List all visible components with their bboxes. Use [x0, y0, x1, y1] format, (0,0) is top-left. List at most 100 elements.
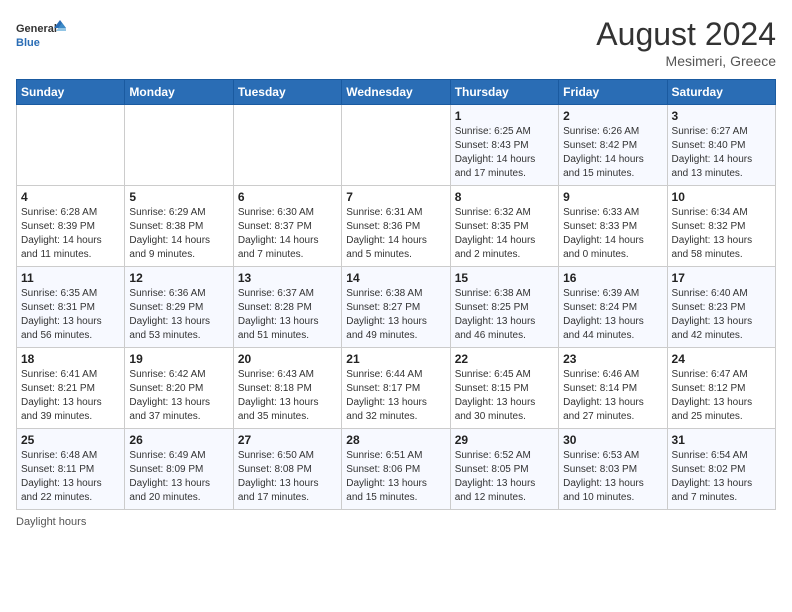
day-info: Sunrise: 6:53 AMSunset: 8:03 PMDaylight:…	[563, 449, 662, 505]
calendar-cell: 22 Sunrise: 6:45 AMSunset: 8:15 PMDayligh…	[450, 348, 558, 429]
calendar-cell: 2 Sunrise: 6:26 AMSunset: 8:42 PMDaylight…	[559, 105, 667, 186]
calendar-cell	[233, 105, 341, 186]
calendar-cell: 16 Sunrise: 6:39 AMSunset: 8:24 PMDayligh…	[559, 267, 667, 348]
day-info: Sunrise: 6:49 AMSunset: 8:09 PMDaylight:…	[129, 449, 228, 505]
day-number: 8	[455, 190, 554, 204]
calendar-cell: 11 Sunrise: 6:35 AMSunset: 8:31 PMDayligh…	[17, 267, 125, 348]
day-number: 3	[672, 109, 771, 123]
day-number: 6	[238, 190, 337, 204]
day-number: 14	[346, 271, 445, 285]
day-info: Sunrise: 6:47 AMSunset: 8:12 PMDaylight:…	[672, 368, 771, 424]
day-of-week-header: Tuesday	[233, 80, 341, 105]
title-block: August 2024 Mesimeri, Greece	[596, 16, 776, 69]
day-number: 15	[455, 271, 554, 285]
day-number: 18	[21, 352, 120, 366]
day-info: Sunrise: 6:30 AMSunset: 8:37 PMDaylight:…	[238, 206, 337, 262]
svg-text:General: General	[16, 23, 57, 35]
day-of-week-header: Saturday	[667, 80, 775, 105]
day-number: 2	[563, 109, 662, 123]
day-info: Sunrise: 6:44 AMSunset: 8:17 PMDaylight:…	[346, 368, 445, 424]
calendar-week-row: 11 Sunrise: 6:35 AMSunset: 8:31 PMDayligh…	[17, 267, 776, 348]
day-number: 9	[563, 190, 662, 204]
location-subtitle: Mesimeri, Greece	[596, 53, 776, 69]
day-info: Sunrise: 6:52 AMSunset: 8:05 PMDaylight:…	[455, 449, 554, 505]
day-info: Sunrise: 6:46 AMSunset: 8:14 PMDaylight:…	[563, 368, 662, 424]
calendar-week-row: 18 Sunrise: 6:41 AMSunset: 8:21 PMDayligh…	[17, 348, 776, 429]
calendar-header: SundayMondayTuesdayWednesdayThursdayFrid…	[17, 80, 776, 105]
calendar-cell: 30 Sunrise: 6:53 AMSunset: 8:03 PMDayligh…	[559, 429, 667, 510]
calendar-cell: 14Sunrise: 6:38 AMSunset: 8:27 PMDayligh…	[342, 267, 450, 348]
day-number: 23	[563, 352, 662, 366]
day-info: Sunrise: 6:41 AMSunset: 8:21 PMDaylight:…	[21, 368, 120, 424]
day-info: Sunrise: 6:34 AMSunset: 8:32 PMDaylight:…	[672, 206, 771, 262]
calendar-cell: 27 Sunrise: 6:50 AMSunset: 8:08 PMDayligh…	[233, 429, 341, 510]
calendar-cell: 21Sunrise: 6:44 AMSunset: 8:17 PMDayligh…	[342, 348, 450, 429]
calendar-cell: 3Sunrise: 6:27 AMSunset: 8:40 PMDaylight…	[667, 105, 775, 186]
day-info: Sunrise: 6:50 AMSunset: 8:08 PMDaylight:…	[238, 449, 337, 505]
calendar-cell	[342, 105, 450, 186]
calendar-cell: 6 Sunrise: 6:30 AMSunset: 8:37 PMDaylight…	[233, 186, 341, 267]
logo-svg: General Blue	[16, 16, 66, 56]
calendar-cell: 8 Sunrise: 6:32 AMSunset: 8:35 PMDaylight…	[450, 186, 558, 267]
svg-text:Blue: Blue	[16, 37, 40, 49]
calendar-table: SundayMondayTuesdayWednesdayThursdayFrid…	[16, 79, 776, 510]
day-info: Sunrise: 6:54 AMSunset: 8:02 PMDaylight:…	[672, 449, 771, 505]
day-number: 1	[455, 109, 554, 123]
calendar-cell: 9 Sunrise: 6:33 AMSunset: 8:33 PMDaylight…	[559, 186, 667, 267]
calendar-cell: 12 Sunrise: 6:36 AMSunset: 8:29 PMDayligh…	[125, 267, 233, 348]
day-info: Sunrise: 6:37 AMSunset: 8:28 PMDaylight:…	[238, 287, 337, 343]
day-of-week-header: Wednesday	[342, 80, 450, 105]
day-info: Sunrise: 6:40 AMSunset: 8:23 PMDaylight:…	[672, 287, 771, 343]
day-info: Sunrise: 6:43 AMSunset: 8:18 PMDaylight:…	[238, 368, 337, 424]
calendar-week-row: 4Sunrise: 6:28 AMSunset: 8:39 PMDaylight…	[17, 186, 776, 267]
day-info: Sunrise: 6:31 AMSunset: 8:36 PMDaylight:…	[346, 206, 445, 262]
day-info: Sunrise: 6:48 AMSunset: 8:11 PMDaylight:…	[21, 449, 120, 505]
calendar-cell	[17, 105, 125, 186]
calendar-cell: 15Sunrise: 6:38 AMSunset: 8:25 PMDayligh…	[450, 267, 558, 348]
day-info: Sunrise: 6:36 AMSunset: 8:29 PMDaylight:…	[129, 287, 228, 343]
day-info: Sunrise: 6:51 AMSunset: 8:06 PMDaylight:…	[346, 449, 445, 505]
day-of-week-header: Sunday	[17, 80, 125, 105]
calendar-cell: 7 Sunrise: 6:31 AMSunset: 8:36 PMDaylight…	[342, 186, 450, 267]
day-number: 4	[21, 190, 120, 204]
calendar-cell: 26Sunrise: 6:49 AMSunset: 8:09 PMDayligh…	[125, 429, 233, 510]
day-headers-row: SundayMondayTuesdayWednesdayThursdayFrid…	[17, 80, 776, 105]
day-info: Sunrise: 6:35 AMSunset: 8:31 PMDaylight:…	[21, 287, 120, 343]
calendar-week-row: 25 Sunrise: 6:48 AMSunset: 8:11 PMDayligh…	[17, 429, 776, 510]
day-number: 11	[21, 271, 120, 285]
day-of-week-header: Thursday	[450, 80, 558, 105]
day-info: Sunrise: 6:29 AMSunset: 8:38 PMDaylight:…	[129, 206, 228, 262]
calendar-cell: 25 Sunrise: 6:48 AMSunset: 8:11 PMDayligh…	[17, 429, 125, 510]
calendar-cell: 13Sunrise: 6:37 AMSunset: 8:28 PMDayligh…	[233, 267, 341, 348]
day-info: Sunrise: 6:45 AMSunset: 8:15 PMDaylight:…	[455, 368, 554, 424]
day-number: 20	[238, 352, 337, 366]
day-number: 7	[346, 190, 445, 204]
footer-note: Daylight hours	[16, 516, 776, 528]
day-number: 10	[672, 190, 771, 204]
calendar-cell: 5 Sunrise: 6:29 AMSunset: 8:38 PMDaylight…	[125, 186, 233, 267]
day-number: 30	[563, 433, 662, 447]
day-number: 31	[672, 433, 771, 447]
calendar-cell: 1 Sunrise: 6:25 AMSunset: 8:43 PMDaylight…	[450, 105, 558, 186]
day-number: 28	[346, 433, 445, 447]
calendar-cell: 20 Sunrise: 6:43 AMSunset: 8:18 PMDayligh…	[233, 348, 341, 429]
calendar-cell: 19Sunrise: 6:42 AMSunset: 8:20 PMDayligh…	[125, 348, 233, 429]
day-number: 16	[563, 271, 662, 285]
calendar-cell: 28 Sunrise: 6:51 AMSunset: 8:06 PMDayligh…	[342, 429, 450, 510]
calendar-cell: 23 Sunrise: 6:46 AMSunset: 8:14 PMDayligh…	[559, 348, 667, 429]
day-number: 27	[238, 433, 337, 447]
daylight-hours-label: Daylight hours	[16, 516, 86, 528]
day-number: 5	[129, 190, 228, 204]
day-info: Sunrise: 6:25 AMSunset: 8:43 PMDaylight:…	[455, 125, 554, 181]
day-number: 24	[672, 352, 771, 366]
day-number: 22	[455, 352, 554, 366]
day-info: Sunrise: 6:26 AMSunset: 8:42 PMDaylight:…	[563, 125, 662, 181]
calendar-body: 1 Sunrise: 6:25 AMSunset: 8:43 PMDaylight…	[17, 105, 776, 510]
day-number: 25	[21, 433, 120, 447]
day-info: Sunrise: 6:33 AMSunset: 8:33 PMDaylight:…	[563, 206, 662, 262]
day-info: Sunrise: 6:39 AMSunset: 8:24 PMDaylight:…	[563, 287, 662, 343]
page-header: General Blue August 2024 Mesimeri, Greec…	[16, 16, 776, 69]
day-number: 12	[129, 271, 228, 285]
day-of-week-header: Friday	[559, 80, 667, 105]
day-info: Sunrise: 6:32 AMSunset: 8:35 PMDaylight:…	[455, 206, 554, 262]
